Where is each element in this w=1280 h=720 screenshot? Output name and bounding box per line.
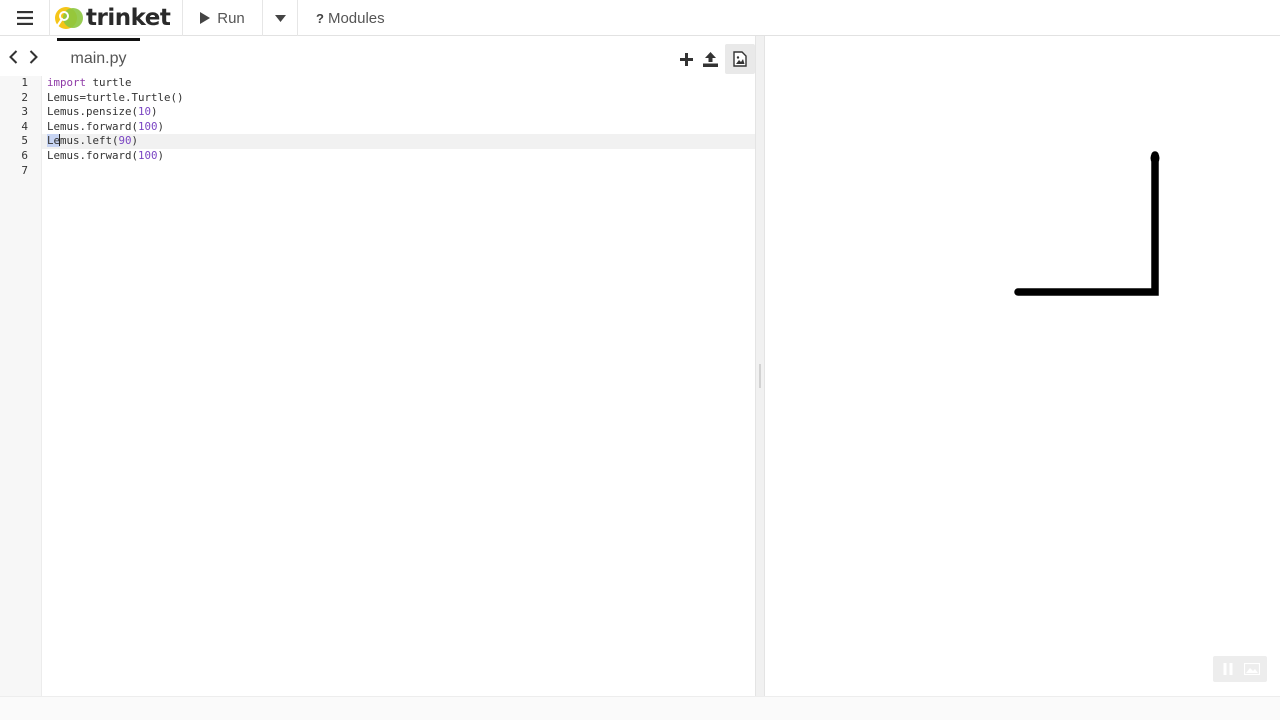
line-number: 4 [21,119,28,133]
code-line[interactable]: Lemus.forward(100) [42,149,755,164]
chevron-right-icon [29,50,38,64]
file-navigation [0,44,46,70]
turtle-path [1014,151,1159,296]
add-file-button[interactable] [675,47,697,71]
upload-button[interactable] [699,47,721,71]
turtle-canvas [1014,151,1160,296]
code-text: Lemus=turtle.Turtle() [47,90,184,104]
tab-main-py[interactable]: main.py [57,38,140,76]
previous-file-button[interactable] [6,49,20,65]
editor-toolbar [675,44,755,74]
plus-icon [679,52,693,66]
code-line[interactable] [42,164,755,179]
code-text: ) [157,148,165,162]
code-text: Lemus.forward( [47,119,139,133]
caret-down-icon [274,14,286,22]
trinket-logo-icon [55,7,83,29]
editor-footer [0,696,1280,720]
chevron-left-icon [8,50,17,64]
modules-button[interactable]: ? Modules [306,0,395,36]
code-line[interactable]: Lemus=turtle.Turtle() [42,91,755,106]
hamburger-icon [16,11,33,25]
image-icon [1244,663,1260,675]
pause-button[interactable] [1219,661,1237,677]
line-number: 1 [21,76,28,89]
panel-resize-handle[interactable] [755,36,765,720]
code-line[interactable]: import turtle [42,76,755,91]
code-editor[interactable]: 1234567 import turtle Lemus=turtle.Turtle… [0,76,755,696]
turtle-output-panel [765,36,1280,696]
code-number: 100 [138,119,158,133]
line-number: 5 [21,134,28,148]
line-number: 6 [21,148,28,162]
code-text: ) [151,105,158,119]
code-line[interactable]: Lemus.forward(100) [42,120,755,135]
run-button[interactable]: Run [182,0,262,36]
line-number: 3 [21,105,28,119]
output-controls [1213,656,1267,682]
run-options-dropdown[interactable] [262,0,298,36]
code-area[interactable]: import turtle Lemus=turtle.Turtle() Lemus.… [42,76,755,696]
snapshot-button[interactable] [1243,661,1261,677]
code-text: ) [157,119,165,133]
code-line[interactable]: Lemus.pensize(10) [42,105,755,120]
code-number: 10 [138,105,152,119]
tab-label: main.py [70,49,127,67]
pause-icon [1223,663,1233,675]
code-number: 100 [138,148,158,162]
upload-icon [702,51,718,67]
code-text: mus.left( [60,134,119,148]
logo-text: trinket [86,5,171,31]
code-text: turtle [86,76,132,89]
play-icon [200,12,211,24]
line-number: 2 [21,90,28,104]
run-label: Run [217,9,245,27]
code-text: Lemus.pensize( [47,105,139,119]
image-library-button[interactable] [725,44,755,74]
image-icon [733,51,747,67]
menu-button[interactable] [0,0,50,36]
resize-grip [759,364,761,388]
question-icon: ? [316,10,324,26]
top-bar: trinket Run ? Modules [0,0,1280,36]
modules-label: Modules [327,9,385,27]
code-text: Lemus.forward( [47,148,139,162]
code-text: ) [131,134,139,148]
code-keyword: import [47,76,87,89]
trinket-logo[interactable]: trinket [54,4,171,32]
next-file-button[interactable] [26,49,40,65]
turtle-cursor [1150,152,1160,164]
editor-header: main.py [0,36,755,76]
code-line[interactable]: Lemus.left(90) [42,134,755,149]
line-number: 7 [21,163,28,177]
line-number-gutter: 1234567 [0,76,42,696]
code-number: 90 [118,134,132,148]
